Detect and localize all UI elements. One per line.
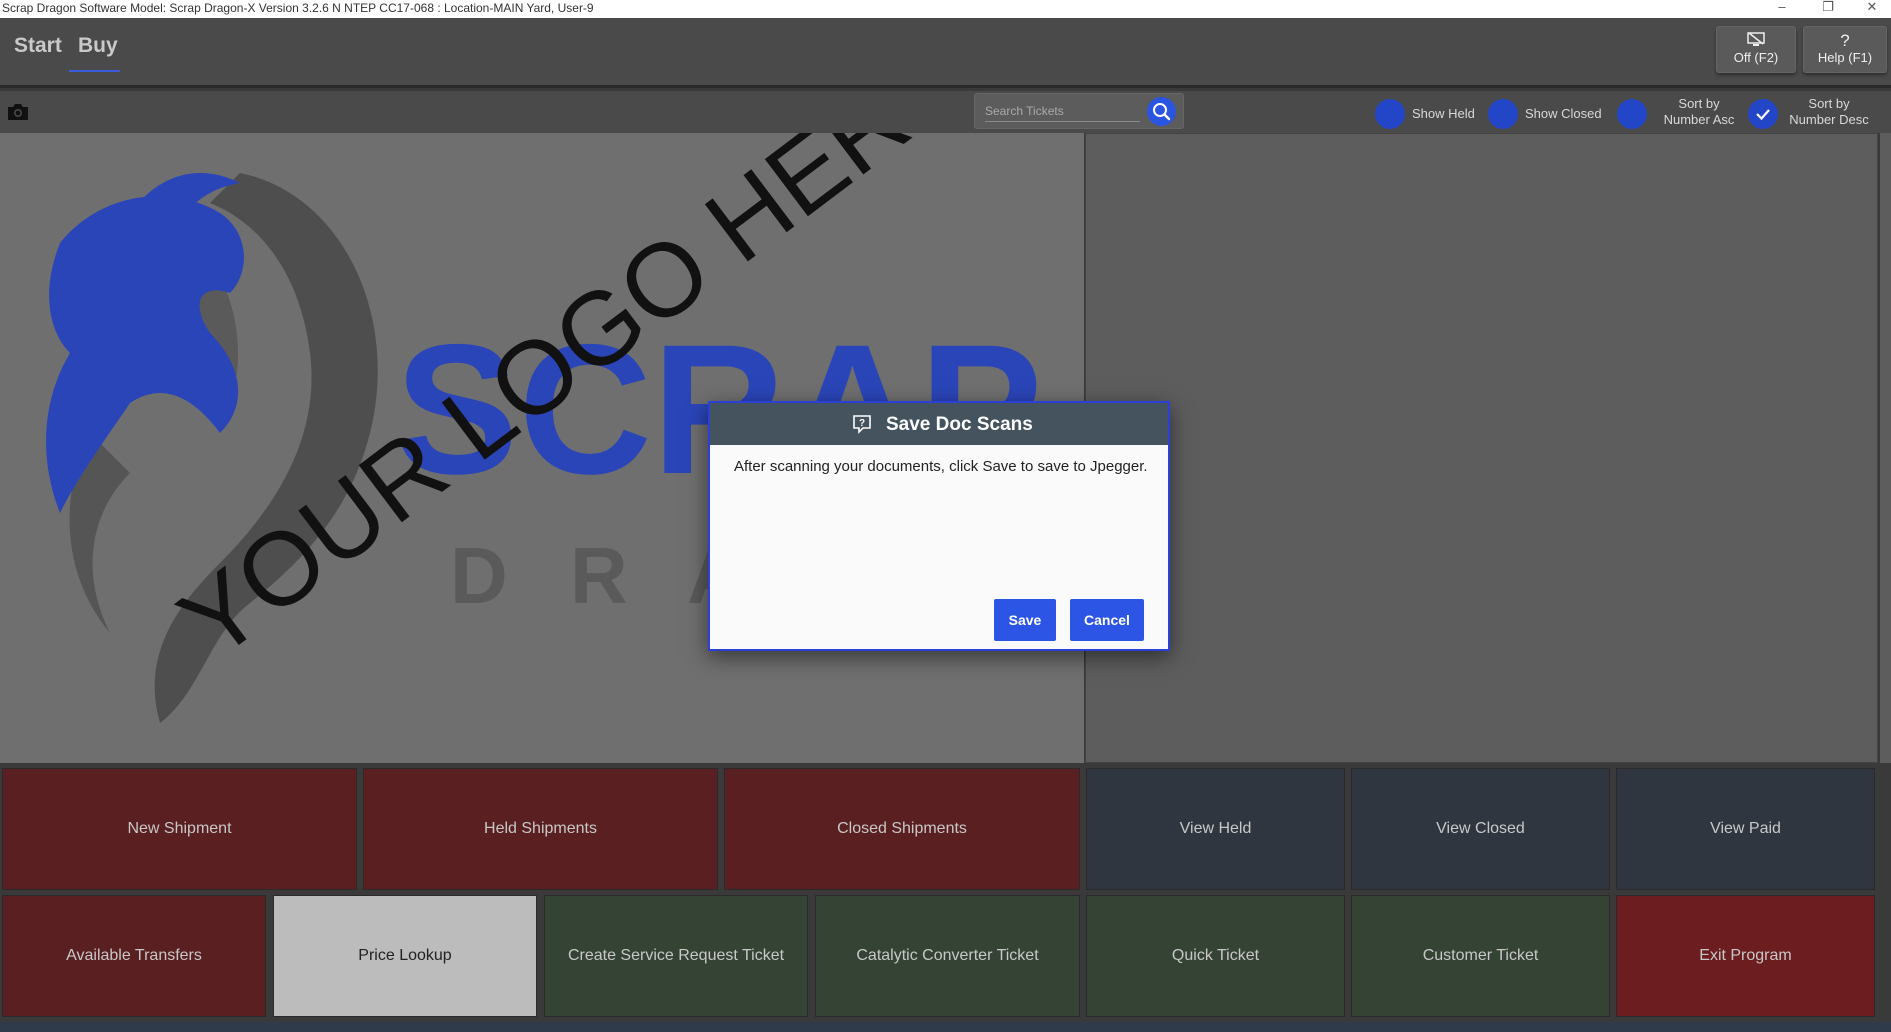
camera-icon[interactable] <box>6 103 30 121</box>
quick-ticket-button[interactable]: Quick Ticket <box>1086 895 1345 1017</box>
help-icon: ? <box>1840 31 1850 50</box>
tab-start[interactable]: Start <box>14 34 62 58</box>
available-transfers-button[interactable]: Available Transfers <box>2 895 266 1017</box>
save-button[interactable]: Save <box>994 599 1056 641</box>
search-icon <box>1153 103 1171 121</box>
active-tab-indicator <box>69 70 120 72</box>
cancel-button[interactable]: Cancel <box>1070 599 1144 641</box>
sort-asc-toggle[interactable] <box>1617 99 1647 129</box>
question-bubble-icon: ? <box>852 414 872 434</box>
ticket-toolbar: Show Held Show Closed Sort by Number Asc… <box>0 91 1891 133</box>
new-shipment-button[interactable]: New Shipment <box>2 768 357 890</box>
save-doc-scans-dialog: ? Save Doc Scans After scanning your doc… <box>708 401 1170 651</box>
catalytic-converter-ticket-button[interactable]: Catalytic Converter Ticket <box>815 895 1080 1017</box>
view-paid-button[interactable]: View Paid <box>1616 768 1875 890</box>
held-shipments-button[interactable]: Held Shipments <box>363 768 718 890</box>
dialog-title: Save Doc Scans <box>886 414 1033 435</box>
view-held-button[interactable]: View Held <box>1086 768 1345 890</box>
price-lookup-button[interactable]: Price Lookup <box>273 895 537 1017</box>
window-title: Scrap Dragon Software Model: Scrap Drago… <box>2 1 594 15</box>
search-box <box>974 93 1184 129</box>
show-held-label: Show Held <box>1412 106 1475 121</box>
search-input[interactable] <box>985 100 1140 122</box>
off-button[interactable]: Off (F2) <box>1716 26 1796 73</box>
sort-desc-label: Sort by Number Desc <box>1789 96 1869 127</box>
help-button[interactable]: ? Help (F1) <box>1803 26 1887 73</box>
dialog-header: ? Save Doc Scans <box>710 403 1168 445</box>
tab-buy[interactable]: Buy <box>78 34 118 58</box>
window-titlebar: Scrap Dragon Software Model: Scrap Drago… <box>0 0 1891 18</box>
checkmark-icon <box>1756 109 1770 121</box>
view-closed-button[interactable]: View Closed <box>1351 768 1610 890</box>
dialog-message: After scanning your documents, click Sav… <box>734 458 1148 475</box>
top-navigation: Start Buy Off (F2) ? Help (F1) <box>0 18 1891 88</box>
restore-button[interactable]: ❐ <box>1808 0 1848 14</box>
closed-shipments-button[interactable]: Closed Shipments <box>724 768 1080 890</box>
create-service-request-ticket-button[interactable]: Create Service Request Ticket <box>544 895 808 1017</box>
screen-off-icon <box>1717 32 1795 50</box>
search-button[interactable] <box>1147 97 1176 126</box>
minimize-button[interactable]: – <box>1762 0 1802 14</box>
svg-text:?: ? <box>859 418 865 429</box>
ticket-list-panel <box>1085 133 1878 763</box>
sort-desc-toggle[interactable] <box>1748 99 1778 129</box>
sort-asc-label: Sort by Number Asc <box>1663 96 1735 127</box>
status-strip <box>0 1022 1891 1032</box>
show-closed-toggle[interactable] <box>1488 99 1518 129</box>
close-window-button[interactable]: ✕ <box>1852 0 1891 14</box>
exit-program-button[interactable]: Exit Program <box>1616 895 1875 1017</box>
show-held-toggle[interactable] <box>1375 99 1405 129</box>
help-button-label: Help (F1) <box>1817 50 1873 65</box>
off-button-label: Off (F2) <box>1733 50 1779 65</box>
scroll-gutter <box>1880 133 1891 763</box>
customer-ticket-button[interactable]: Customer Ticket <box>1351 895 1610 1017</box>
show-closed-label: Show Closed <box>1525 106 1602 121</box>
